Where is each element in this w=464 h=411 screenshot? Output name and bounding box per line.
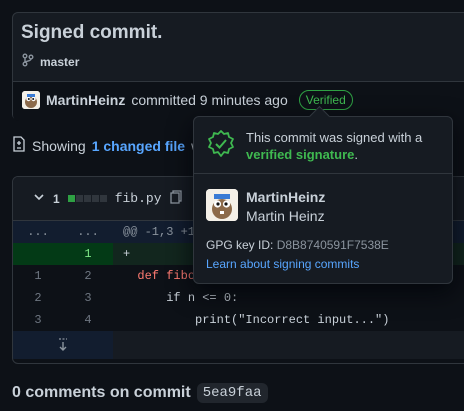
- learn-signing-link[interactable]: Learn about signing commits: [206, 257, 359, 271]
- diff-code: print("Incorrect input..."): [113, 309, 464, 331]
- file-diff-icon: [12, 136, 26, 155]
- gpg-key-row: GPG key ID: D8B8740591F7538E: [206, 238, 389, 252]
- signer-login[interactable]: MartinHeinz: [246, 189, 325, 205]
- author-avatar[interactable]: [22, 91, 40, 109]
- signature-text: This commit was signed with a: [246, 130, 423, 145]
- commit-sha[interactable]: 5ea9faa: [196, 383, 268, 403]
- signature-message: This commit was signed with a verified s…: [246, 129, 446, 163]
- popover-header: This commit was signed with a verified s…: [194, 117, 452, 174]
- gpg-key-id: D8B8740591F7538E: [276, 238, 389, 252]
- old-line-number[interactable]: [13, 243, 63, 265]
- commit-header: Signed commit. master MartinHeinz commit…: [12, 12, 464, 121]
- diff-stat-bar: [67, 195, 107, 202]
- signature-popover: This commit was signed with a verified s…: [193, 116, 453, 284]
- hunk-dots-new[interactable]: ...: [63, 221, 113, 243]
- branch-name: master: [40, 54, 80, 69]
- new-line-number[interactable]: 3: [63, 287, 113, 309]
- comments-heading: 0 comments on commit 5ea9faa: [12, 383, 268, 403]
- branch-label[interactable]: master: [22, 53, 79, 70]
- copy-icon[interactable]: [169, 190, 182, 207]
- diff-stat-box: [83, 195, 91, 202]
- diff-stat-box: [67, 195, 75, 202]
- files-summary: Showing 1 changed file w: [12, 136, 201, 155]
- commit-meta: MartinHeinz committed 9 minutes ago Veri…: [13, 81, 464, 121]
- diff-stat-box: [75, 195, 83, 202]
- expand-down-icon[interactable]: [13, 331, 113, 359]
- summary-prefix: Showing: [32, 137, 86, 154]
- author-link[interactable]: MartinHeinz: [46, 92, 125, 108]
- old-line-number[interactable]: 3: [13, 309, 63, 331]
- comments-label: 0 comments on commit: [12, 384, 191, 401]
- diff-row: 2 3 if n <= 0:: [13, 287, 464, 309]
- changed-files-link[interactable]: 1 changed file: [92, 138, 185, 154]
- commit-time: committed 9 minutes ago: [131, 92, 288, 108]
- git-branch-icon: [22, 53, 34, 70]
- signer-info: MartinHeinz Martin Heinz: [206, 189, 325, 224]
- signer-full-name: Martin Heinz: [246, 208, 325, 224]
- hunk-dots-old[interactable]: ...: [13, 221, 63, 243]
- diff-stat-box: [91, 195, 99, 202]
- expand-row: [13, 331, 464, 359]
- new-line-number[interactable]: 1: [63, 243, 113, 265]
- diff-stat-box: [99, 195, 107, 202]
- diff-filename[interactable]: fib.py: [115, 191, 162, 206]
- signature-period: .: [354, 147, 358, 162]
- old-line-number[interactable]: 1: [13, 265, 63, 287]
- diff-stat-count: 1: [53, 191, 60, 206]
- new-line-number[interactable]: 4: [63, 309, 113, 331]
- verified-badge[interactable]: Verified: [298, 90, 353, 110]
- old-line-number[interactable]: 2: [13, 287, 63, 309]
- diff-sign: +: [123, 247, 131, 261]
- verified-signature-link[interactable]: verified signature: [246, 147, 354, 162]
- chevron-down-icon[interactable]: [33, 191, 45, 206]
- code-line: def fibo: [137, 269, 196, 283]
- diff-row: 3 4 print("Incorrect input..."): [13, 309, 464, 331]
- verified-check-icon: [206, 129, 236, 159]
- new-line-number[interactable]: 2: [63, 265, 113, 287]
- commit-title: Signed commit.: [21, 22, 163, 43]
- code-line: if n <= 0:: [166, 291, 239, 305]
- diff-code: if n <= 0:: [113, 287, 464, 309]
- code-line: print("Incorrect input..."): [195, 313, 390, 327]
- gpg-key-label: GPG key ID:: [206, 238, 274, 252]
- signer-avatar[interactable]: [206, 189, 238, 221]
